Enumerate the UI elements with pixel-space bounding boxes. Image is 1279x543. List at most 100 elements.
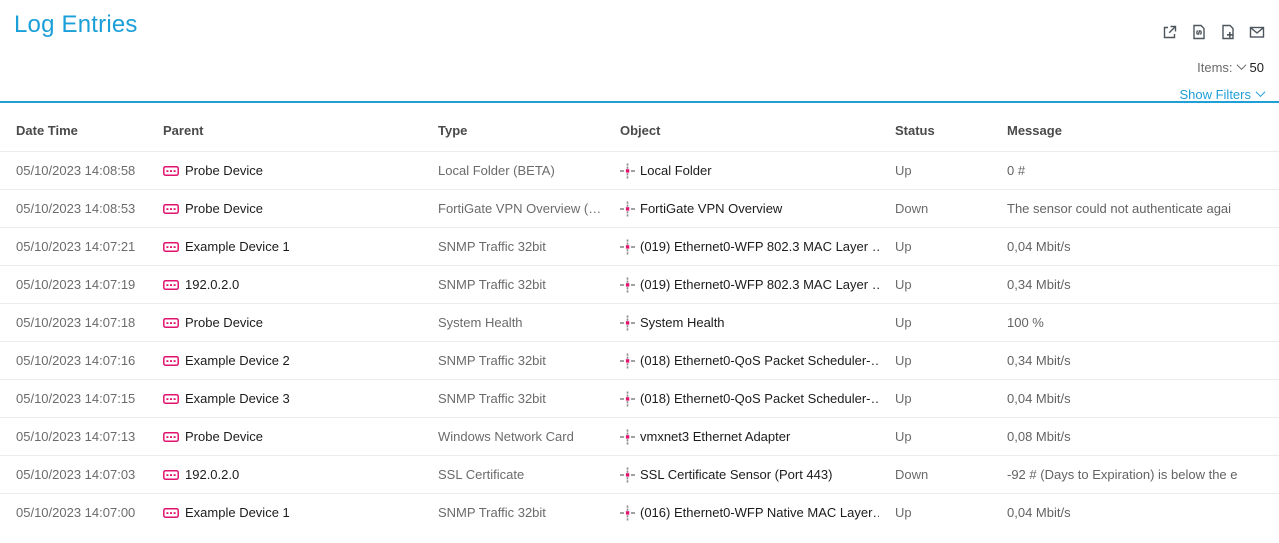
add-report-icon[interactable]	[1219, 23, 1237, 41]
page-title: Log Entries	[14, 11, 138, 39]
device-icon	[163, 165, 179, 177]
log-type: Windows Network Card	[422, 429, 604, 444]
items-label: Items:	[1197, 60, 1232, 75]
log-object-link[interactable]: System Health	[604, 315, 879, 331]
device-icon	[163, 355, 179, 367]
log-datetime: 05/10/2023 14:07:03	[0, 467, 147, 482]
column-header-datetime[interactable]: Date Time	[0, 123, 147, 138]
log-message: 0,04 Mbit/s	[991, 391, 1279, 406]
table-row: 05/10/2023 14:07:03 192.0.2.0 SSL Certif…	[0, 455, 1279, 493]
open-external-icon[interactable]	[1161, 23, 1179, 41]
show-filters-link[interactable]: Show Filters	[1179, 87, 1264, 102]
log-parent-link[interactable]: Probe Device	[147, 315, 422, 330]
log-object-link[interactable]: (019) Ethernet0-WFP 802.3 MAC Layer …	[604, 239, 879, 255]
log-status: Down	[879, 201, 991, 216]
log-type: SNMP Traffic 32bit	[422, 391, 604, 406]
log-type: SSL Certificate	[422, 467, 604, 482]
device-icon	[163, 279, 179, 291]
log-datetime: 05/10/2023 14:07:15	[0, 391, 147, 406]
column-header-status[interactable]: Status	[879, 123, 991, 138]
log-type: Local Folder (BETA)	[422, 163, 604, 178]
log-object-link[interactable]: vmxnet3 Ethernet Adapter	[604, 429, 879, 445]
log-status: Up	[879, 429, 991, 444]
table-row: 05/10/2023 14:07:21 Example Device 1 SNM…	[0, 227, 1279, 265]
log-object-link[interactable]: (019) Ethernet0-WFP 802.3 MAC Layer …	[604, 277, 879, 293]
log-parent-name: Probe Device	[185, 429, 263, 444]
log-parent-link[interactable]: Example Device 1	[147, 505, 422, 520]
log-object-name: System Health	[640, 315, 725, 330]
device-icon	[163, 241, 179, 253]
log-object-link[interactable]: (018) Ethernet0-QoS Packet Scheduler-…	[604, 391, 879, 407]
log-parent-name: Probe Device	[185, 163, 263, 178]
column-header-parent[interactable]: Parent	[147, 123, 422, 138]
log-parent-link[interactable]: 192.0.2.0	[147, 277, 422, 292]
sensor-icon	[620, 277, 635, 293]
sensor-icon	[620, 201, 635, 217]
log-parent-link[interactable]: Example Device 1	[147, 239, 422, 254]
log-parent-link[interactable]: 192.0.2.0	[147, 467, 422, 482]
log-message: 0,04 Mbit/s	[991, 505, 1279, 520]
log-datetime: 05/10/2023 14:07:16	[0, 353, 147, 368]
log-object-name: (019) Ethernet0-WFP 802.3 MAC Layer …	[640, 239, 879, 254]
log-object-name: Local Folder	[640, 163, 712, 178]
log-message: 100 %	[991, 315, 1279, 330]
log-object-name: FortiGate VPN Overview	[640, 201, 782, 216]
log-datetime: 05/10/2023 14:07:18	[0, 315, 147, 330]
log-datetime: 05/10/2023 14:07:13	[0, 429, 147, 444]
log-parent-name: Probe Device	[185, 201, 263, 216]
log-datetime: 05/10/2023 14:07:21	[0, 239, 147, 254]
chevron-down-icon	[1256, 87, 1266, 97]
log-parent-name: 192.0.2.0	[185, 467, 239, 482]
log-object-link[interactable]: Local Folder	[604, 163, 879, 179]
log-parent-link[interactable]: Probe Device	[147, 429, 422, 444]
column-header-message[interactable]: Message	[991, 123, 1279, 138]
log-message: 0 #	[991, 163, 1279, 178]
sensor-icon	[620, 505, 635, 521]
column-header-object[interactable]: Object	[604, 123, 879, 138]
table-row: 05/10/2023 14:07:16 Example Device 2 SNM…	[0, 341, 1279, 379]
device-icon	[163, 507, 179, 519]
sensor-icon	[620, 391, 635, 407]
log-status: Down	[879, 467, 991, 482]
table-row: 05/10/2023 14:08:53 Probe Device FortiGa…	[0, 189, 1279, 227]
log-status: Up	[879, 505, 991, 520]
log-parent-name: Probe Device	[185, 315, 263, 330]
table-row: 05/10/2023 14:07:19 192.0.2.0 SNMP Traff…	[0, 265, 1279, 303]
log-type: SNMP Traffic 32bit	[422, 239, 604, 254]
log-status: Up	[879, 391, 991, 406]
log-parent-link[interactable]: Example Device 2	[147, 353, 422, 368]
header-toolbar	[1161, 23, 1266, 41]
sensor-icon	[620, 467, 635, 483]
log-object-link[interactable]: SSL Certificate Sensor (Port 443)	[604, 467, 879, 483]
table-row: 05/10/2023 14:07:18 Probe Device System …	[0, 303, 1279, 341]
device-icon	[163, 393, 179, 405]
chevron-down-icon	[1236, 60, 1246, 70]
log-parent-link[interactable]: Probe Device	[147, 201, 422, 216]
email-icon[interactable]	[1248, 23, 1266, 41]
log-type: SNMP Traffic 32bit	[422, 505, 604, 520]
log-type: FortiGate VPN Overview (…	[422, 201, 604, 216]
sensor-icon	[620, 429, 635, 445]
log-parent-name: Example Device 1	[185, 239, 290, 254]
xml-export-icon[interactable]	[1190, 23, 1208, 41]
log-object-name: (016) Ethernet0-WFP Native MAC Layer…	[640, 505, 879, 520]
items-per-page-control[interactable]: Items: 50	[1197, 60, 1264, 75]
log-parent-link[interactable]: Example Device 3	[147, 391, 422, 406]
log-object-link[interactable]: (018) Ethernet0-QoS Packet Scheduler-…	[604, 353, 879, 369]
log-datetime: 05/10/2023 14:08:53	[0, 201, 147, 216]
log-parent-link[interactable]: Probe Device	[147, 163, 422, 178]
log-object-link[interactable]: FortiGate VPN Overview	[604, 201, 879, 217]
log-status: Up	[879, 353, 991, 368]
log-message: -92 # (Days to Expiration) is below the …	[991, 467, 1279, 482]
log-status: Up	[879, 239, 991, 254]
log-entries-table: Date Time Parent Type Object Status Mess…	[0, 103, 1279, 531]
log-object-name: (019) Ethernet0-WFP 802.3 MAC Layer …	[640, 277, 879, 292]
log-object-name: SSL Certificate Sensor (Port 443)	[640, 467, 832, 482]
sensor-icon	[620, 239, 635, 255]
column-header-type[interactable]: Type	[422, 123, 604, 138]
log-object-link[interactable]: (016) Ethernet0-WFP Native MAC Layer…	[604, 505, 879, 521]
device-icon	[163, 317, 179, 329]
log-message: 0,08 Mbit/s	[991, 429, 1279, 444]
device-icon	[163, 203, 179, 215]
show-filters-label: Show Filters	[1179, 87, 1251, 102]
